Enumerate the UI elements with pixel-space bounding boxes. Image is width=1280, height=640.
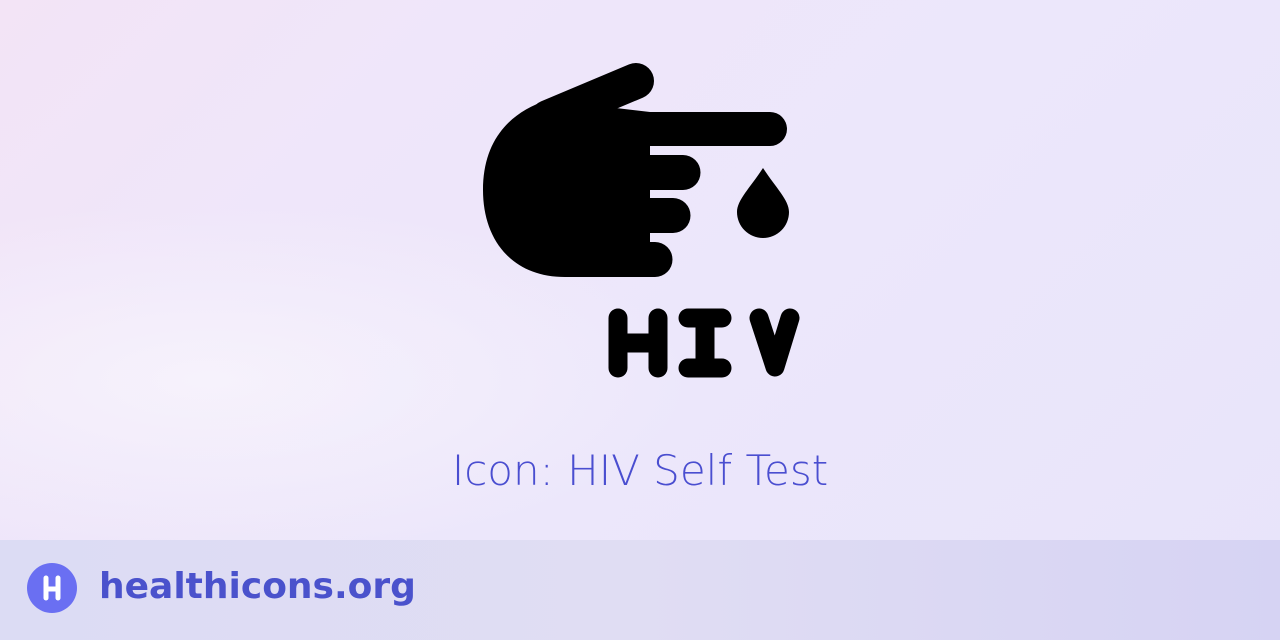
blood-drop-icon — [737, 168, 789, 238]
hand-icon — [483, 63, 787, 277]
healthicons-logo[interactable] — [27, 563, 77, 613]
h-logo-icon — [43, 575, 61, 601]
icon-title: Icon: HIV Self Test — [451, 446, 829, 495]
site-link[interactable]: healthicons.org — [99, 566, 416, 607]
hiv-lettering — [608, 308, 800, 378]
